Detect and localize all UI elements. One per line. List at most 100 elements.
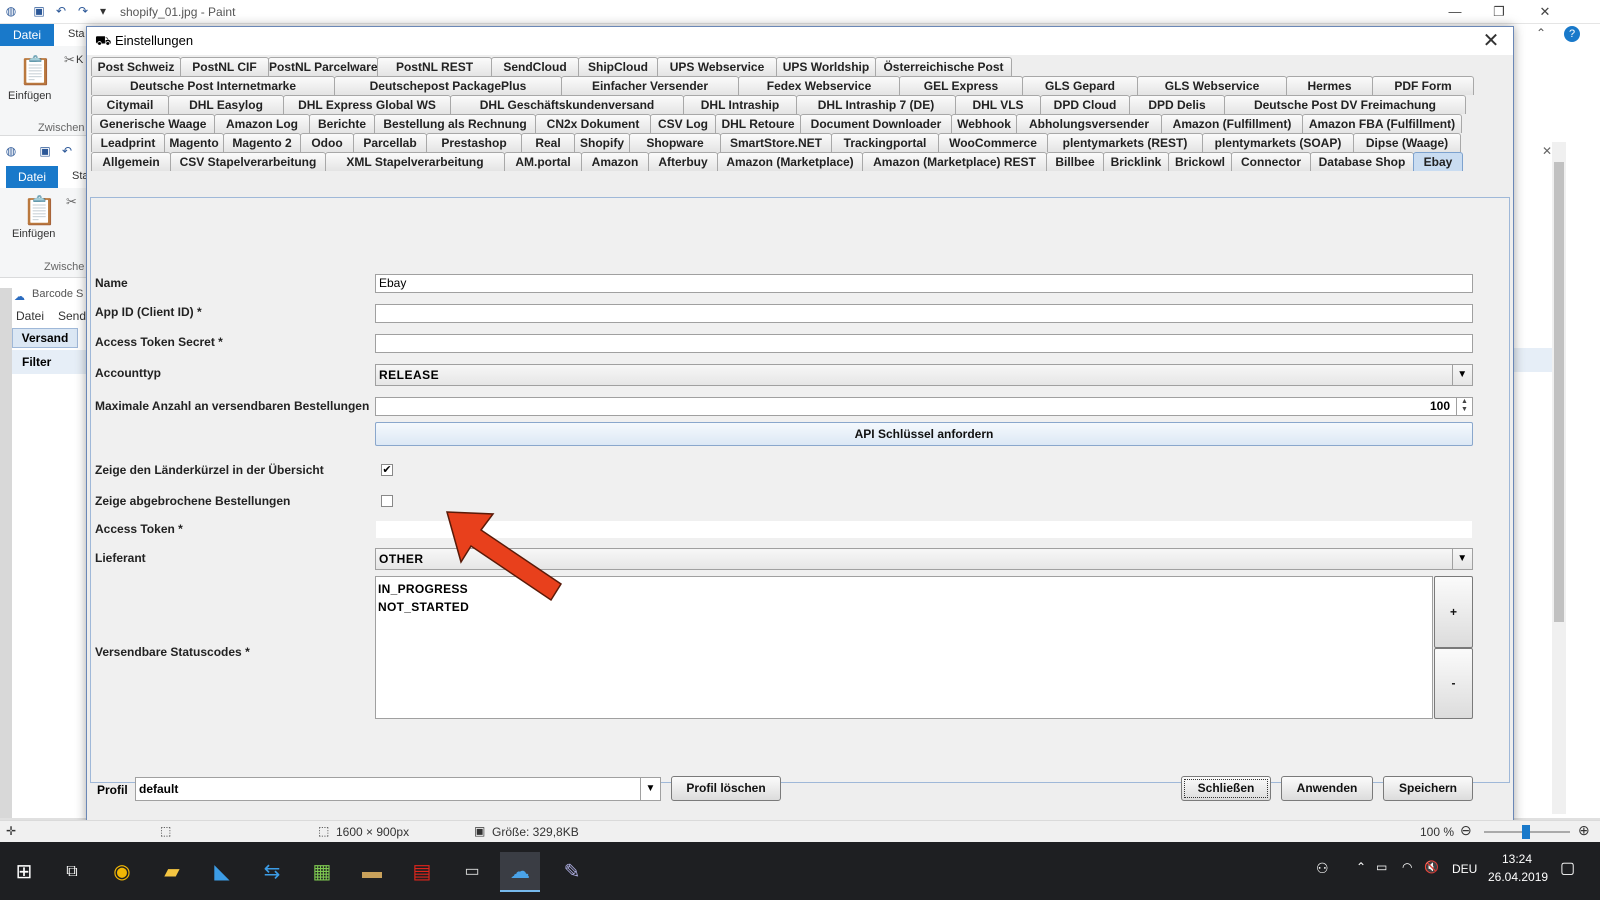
tab-dipse-waage[interactable]: Dipse (Waage) [1353,133,1461,152]
volume-muted-icon[interactable]: 🔇 [1424,860,1439,874]
tab-dpd-delis[interactable]: DPD Delis [1129,95,1225,114]
supplier-chevron-down-icon[interactable]: ▼ [1452,549,1472,569]
paint2-undo-icon[interactable]: ↶ [60,144,74,158]
delete-profile-button[interactable]: Profil löschen [671,776,781,801]
tab-deutschepost-packageplus[interactable]: Deutschepost PackagePlus [334,76,562,95]
paint2-save-icon[interactable]: ▣ [38,144,52,158]
show-cancelled-checkbox[interactable] [381,495,393,507]
tray-chevron-up-icon[interactable]: ⌃ [1356,860,1366,874]
zoom-in-icon[interactable]: ⊕ [1578,822,1590,839]
paint-start-tab[interactable]: Sta [68,28,85,40]
access-token-secret-field[interactable] [375,334,1473,353]
barcode-tab-versand[interactable]: Versand [12,328,78,348]
undo-icon[interactable]: ↶ [54,4,68,18]
terminal-icon[interactable]: ▭ [452,852,492,892]
tab-sendcloud[interactable]: SendCloud [491,57,579,76]
tab-dhl-intraship-7-de[interactable]: DHL Intraship 7 (DE) [796,95,956,114]
tab-dpd-cloud[interactable]: DPD Cloud [1040,95,1130,114]
tab-parcellab[interactable]: Parcellab [353,133,427,152]
tab-bestellung-als-rechnung[interactable]: Bestellung als Rechnung [374,114,536,133]
clock-time[interactable]: 13:24 [1502,852,1532,866]
tab-billbee[interactable]: Billbee [1046,152,1104,171]
maximize-icon[interactable]: ❐ [1484,2,1514,22]
close-icon-behind[interactable]: ✕ [1542,144,1552,158]
minimize-icon[interactable]: — [1440,2,1470,22]
ribbon-collapse-icon[interactable]: ⌃ [1536,26,1546,40]
paste-icon[interactable]: 📋 [18,54,53,87]
chevron-down-icon[interactable]: ▼ [1452,365,1472,385]
tab-document-downloader[interactable]: Document Downloader [800,114,952,133]
tab-citymail[interactable]: Citymail [91,95,169,114]
save-icon[interactable]: ▣ [32,4,46,18]
barcode-menu-send[interactable]: Send [58,309,86,323]
tab-trackingportal[interactable]: Trackingportal [831,133,939,152]
max-orders-spinner[interactable]: 100 ▲ ▼ [375,397,1473,416]
spreadsheet-icon[interactable]: ▦ [302,852,342,892]
action-center-icon[interactable]: ▢ [1560,858,1575,878]
tab-amazon[interactable]: Amazon [581,152,649,171]
tab-postnl-cif[interactable]: PostNL CIF [180,57,269,76]
tab-shopware[interactable]: Shopware [629,133,721,152]
battery-icon[interactable]: ▭ [1376,860,1387,874]
tab-österreichische-post[interactable]: Österreichische Post [875,57,1012,76]
paste-label[interactable]: Einfügen [8,90,51,102]
file-explorer-icon[interactable]: ▰ [152,852,192,892]
name-field[interactable]: Ebay [375,274,1473,293]
tab-pdf-form[interactable]: PDF Form [1372,76,1474,95]
vertical-scrollbar[interactable] [1552,142,1566,814]
tab-ups-webservice[interactable]: UPS Webservice [657,57,777,76]
tab-connector[interactable]: Connector [1231,152,1311,171]
tab-gel-express[interactable]: GEL Express [899,76,1023,95]
barcode-menu-datei[interactable]: Datei [16,309,44,323]
close-icon[interactable]: ✕ [1530,2,1560,22]
vertical-scrollbar-thumb[interactable] [1554,162,1564,622]
language-indicator[interactable]: DEU [1452,862,1477,876]
tab-fedex-webservice[interactable]: Fedex Webservice [738,76,900,95]
tab-magento-2[interactable]: Magento 2 [223,133,301,152]
tab-postnl-rest[interactable]: PostNL REST [377,57,492,76]
tab-amazon-log[interactable]: Amazon Log [214,114,310,133]
tab-prestashop[interactable]: Prestashop [426,133,522,152]
teamviewer-icon[interactable]: ⇆ [252,852,292,892]
tab-abholungsversender[interactable]: Abholungsversender [1016,114,1162,133]
tab-postnl-parcelware[interactable]: PostNL Parcelware [268,57,378,76]
zoom-out-icon[interactable]: ⊖ [1460,822,1472,839]
tab-generische-waage[interactable]: Generische Waage [91,114,215,133]
tab-shipcloud[interactable]: ShipCloud [578,57,658,76]
tab-amazon-fba-fulfillment[interactable]: Amazon FBA (Fulfillment) [1302,114,1462,133]
chrome-icon[interactable]: ◉ [102,852,142,892]
show-country-code-checkbox[interactable]: ✔ [381,464,393,476]
tab-post-schweiz[interactable]: Post Schweiz [91,57,181,76]
help-icon[interactable]: ? [1564,26,1580,42]
tab-leadprint[interactable]: Leadprint [91,133,165,152]
tab-deutsche-post-internetmarke[interactable]: Deutsche Post Internetmarke [91,76,335,95]
tab-hermes[interactable]: Hermes [1286,76,1373,95]
tab-brickowl[interactable]: Brickowl [1168,152,1232,171]
request-api-key-button[interactable]: API Schlüssel anfordern [375,422,1473,446]
barcode-app-taskbar-icon[interactable]: ☁ [500,852,540,892]
tab-plentymarkets-rest[interactable]: plentymarkets (REST) [1047,133,1203,152]
tab-csv-stapelverarbeitung[interactable]: CSV Stapelverarbeitung [170,152,326,171]
save-button[interactable]: Speichern [1383,776,1473,801]
tab-real[interactable]: Real [521,133,575,152]
tab-dhl-easylog[interactable]: DHL Easylog [168,95,284,114]
task-view-icon[interactable]: ⧉ [52,852,92,892]
tab-deutsche-post-dv-freimachung[interactable]: Deutsche Post DV Freimachung [1224,95,1466,114]
tab-magento[interactable]: Magento [164,133,224,152]
tab-xml-stapelverarbeitung[interactable]: XML Stapelverarbeitung [325,152,505,171]
tab-dhl-geschäftskundenversand[interactable]: DHL Geschäftskundenversand [450,95,684,114]
tab-dhl-intraship[interactable]: DHL Intraship [683,95,797,114]
zoom-slider[interactable] [1484,825,1570,839]
tab-csv-log[interactable]: CSV Log [650,114,716,133]
people-icon[interactable]: ⚇ [1316,860,1329,877]
paint2-file-tab[interactable]: Datei [6,166,58,188]
dialog-close-icon[interactable]: ✕ [1479,29,1503,53]
paint-taskbar-icon[interactable]: ✎ [552,852,592,892]
spinner-arrows-icon[interactable]: ▲ ▼ [1456,398,1472,415]
tab-ebay[interactable]: Ebay [1413,152,1463,171]
pdf-icon[interactable]: ▤ [402,852,442,892]
app-id-field[interactable] [375,304,1473,323]
tab-am-portal[interactable]: AM.portal [504,152,582,171]
tab-gls-webservice[interactable]: GLS Webservice [1137,76,1287,95]
tab-woocommerce[interactable]: WooCommerce [938,133,1048,152]
